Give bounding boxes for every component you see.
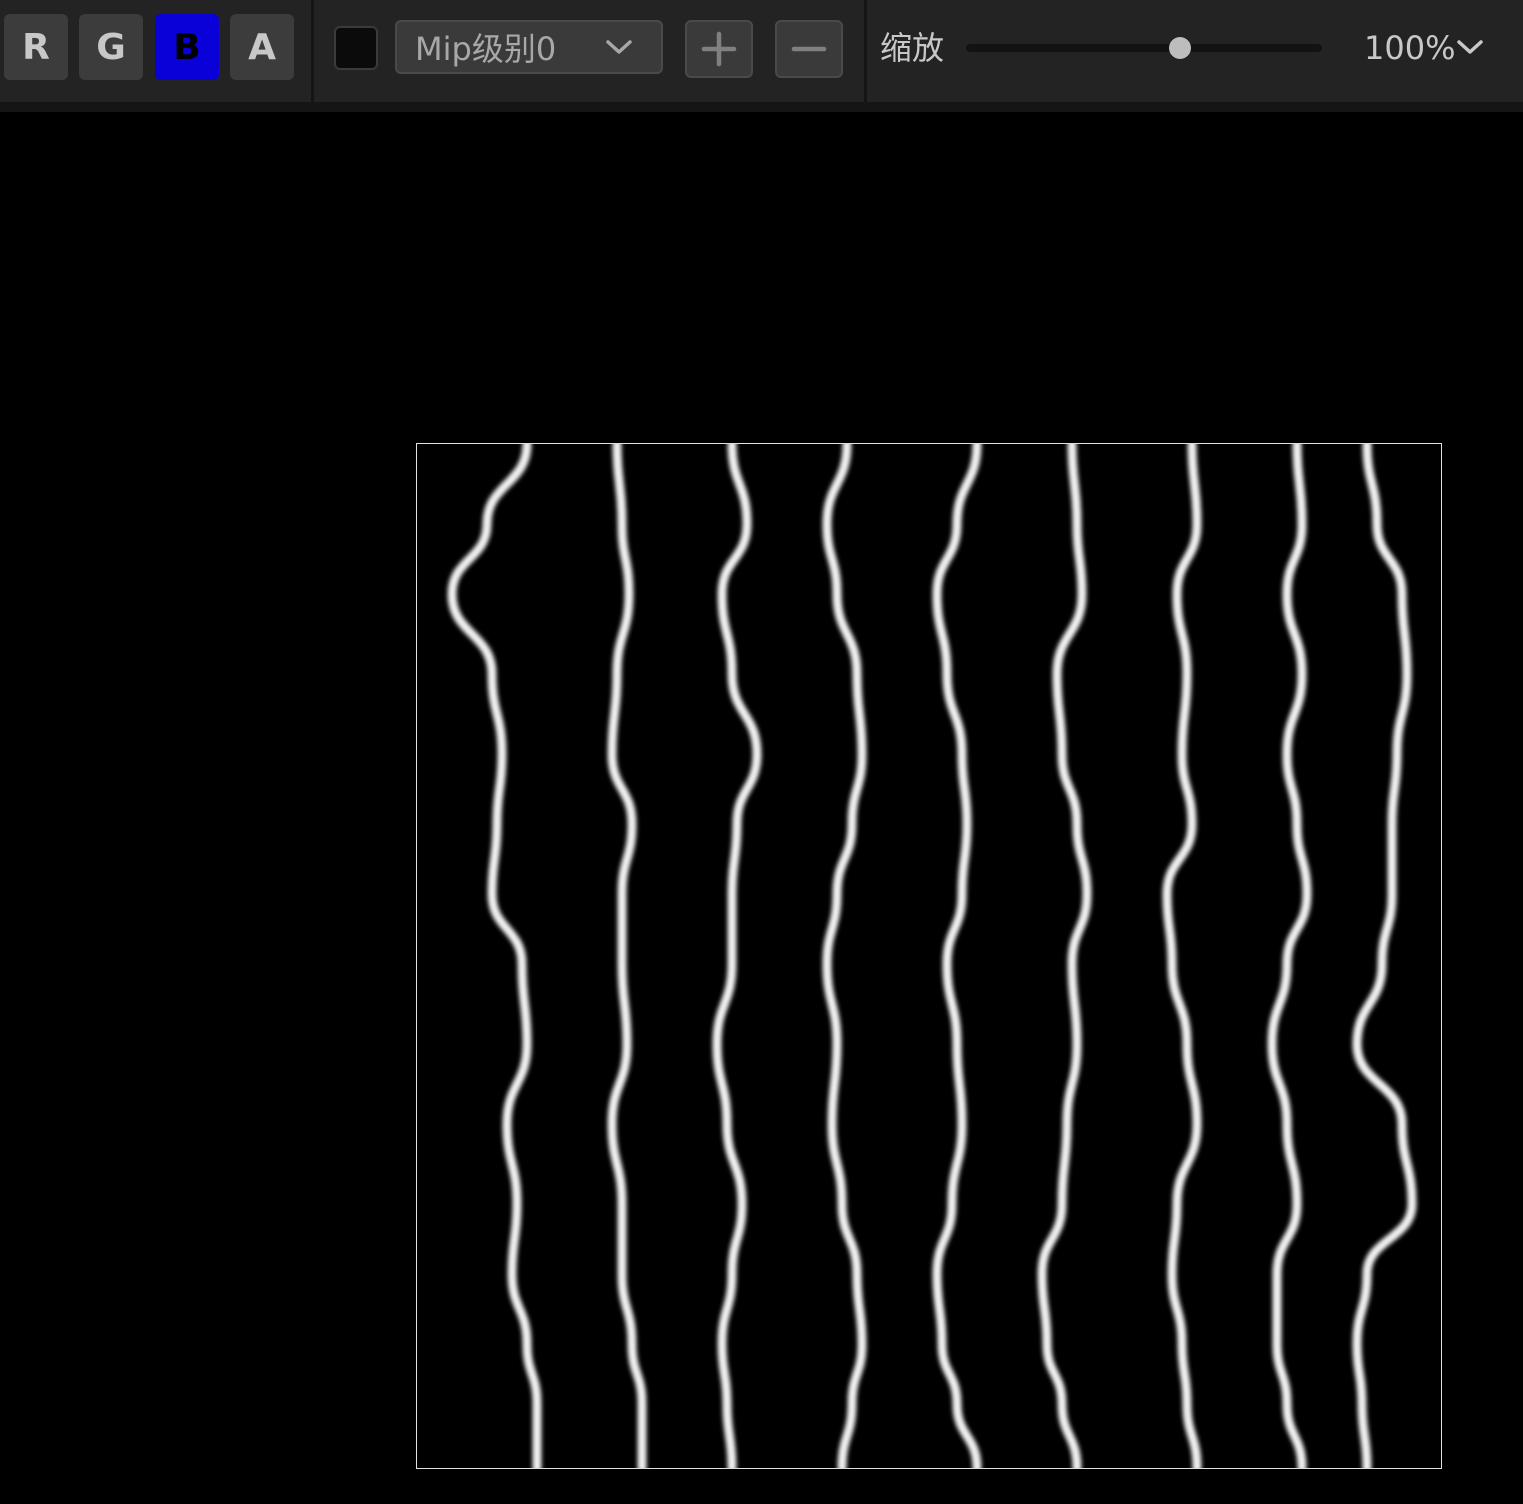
channel-a-toggle[interactable]: A [230,14,294,80]
texture-wave-line [607,444,647,1468]
mip-level-dropdown[interactable]: Mip级别0 [395,20,663,74]
chevron-down-icon[interactable] [1454,32,1486,62]
texture-wave-line [1352,444,1417,1468]
zoom-value-dropdown[interactable]: 100% [1364,24,1455,72]
texture-wave-line [822,444,867,1468]
toolbar-divider [864,0,867,102]
plus-icon [701,31,737,67]
texture-wave-line [932,444,982,1468]
chevron-down-icon [599,32,639,62]
texture-wave-line [1162,444,1202,1468]
toolbar-shadow [0,102,1523,112]
minus-icon [791,31,827,67]
channel-b-toggle[interactable]: B [155,14,219,80]
zoom-slider-thumb[interactable] [1168,37,1191,59]
mip-level-value: Mip级别0 [415,30,557,68]
zoom-label: 缩放 [880,29,945,67]
texture-wave-line [1037,444,1092,1468]
texture-wave-line [447,444,542,1468]
zoom-out-button[interactable] [775,20,843,78]
texture-wave-line [712,444,762,1468]
zoom-in-button[interactable] [685,20,753,78]
texture-wave-line [1267,444,1312,1468]
channel-r-toggle[interactable]: R [4,14,68,80]
zoom-slider[interactable] [966,44,1322,52]
texture-preview [416,443,1442,1469]
texture-viewer-toolbar: R G B A Mip级别0 缩放 100% [0,0,1523,103]
channel-g-toggle[interactable]: G [79,14,143,80]
background-color-swatch[interactable] [334,26,378,70]
wavy-lines-texture [447,444,1417,1468]
toolbar-divider [311,0,314,102]
